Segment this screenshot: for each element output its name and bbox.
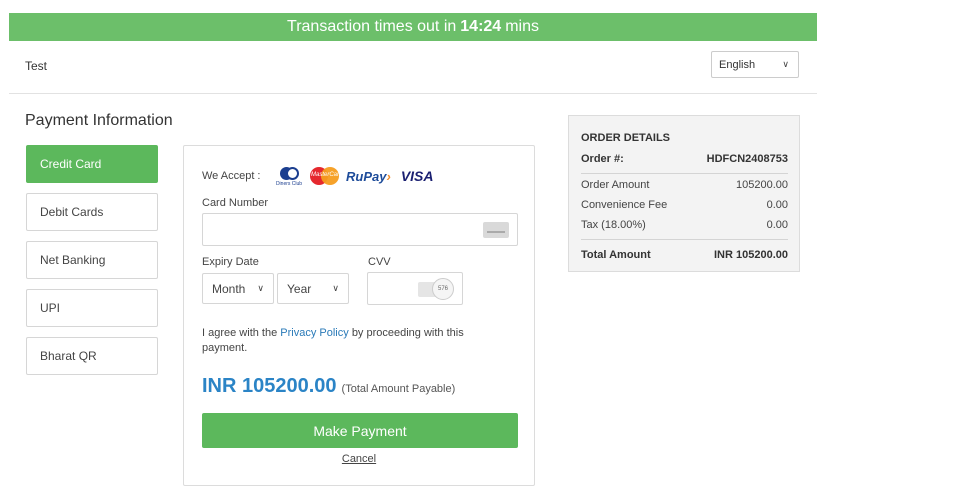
order-details-panel: ORDER DETAILS Order #: HDFCN2408753 Orde… (568, 115, 800, 272)
total-payable: INR 105200.00 (Total Amount Payable) (202, 375, 455, 398)
make-payment-button[interactable]: Make Payment (202, 413, 518, 448)
tab-upi[interactable]: UPI (26, 289, 158, 327)
section-title: Payment Information (25, 112, 173, 129)
order-divider (581, 173, 788, 174)
tab-net-banking[interactable]: Net Banking (26, 241, 158, 279)
we-accept-label: We Accept : (202, 170, 261, 182)
total-amount-row: Total Amount INR 105200.00 (581, 249, 788, 261)
rupay-logo: RuPay› (346, 168, 391, 184)
timeout-time: 14:24 (460, 18, 502, 35)
timeout-suffix: mins (505, 18, 539, 35)
header-divider (9, 93, 817, 94)
payable-note: (Total Amount Payable) (341, 383, 456, 395)
merchant-name: Test (25, 59, 48, 73)
chevron-down-icon: ∨ (257, 283, 264, 293)
chevron-down-icon: ∨ (782, 59, 789, 69)
card-form-panel: We Accept : Diners Club MasterCard RuPay… (183, 145, 535, 486)
cvv-input[interactable]: 576 (367, 272, 463, 305)
privacy-policy-link[interactable]: Privacy Policy (280, 327, 348, 339)
tax-row: Tax (18.00%) 0.00 (581, 219, 788, 231)
order-divider (581, 239, 788, 240)
mastercard-logo: MasterCard (310, 167, 342, 185)
tab-label: Debit Cards (40, 205, 104, 219)
card-number-label: Card Number (202, 197, 269, 209)
language-selected: English (719, 58, 756, 71)
tab-bharat-qr[interactable]: Bharat QR (26, 337, 158, 375)
visa-logo: VISA (400, 168, 434, 184)
convenience-fee-row: Convenience Fee 0.00 (581, 199, 788, 211)
expiry-year-select[interactable]: Year ∨ (277, 273, 349, 304)
cvv-card-icon: 576 (418, 278, 456, 300)
cancel-link[interactable]: Cancel (184, 453, 534, 465)
tab-debit-cards[interactable]: Debit Cards (26, 193, 158, 231)
chevron-down-icon: ∨ (332, 283, 339, 293)
credit-card-icon (483, 222, 509, 238)
tab-label: Credit Card (40, 157, 102, 171)
tab-label: UPI (40, 301, 61, 315)
timeout-banner: Transaction times out in 14:24 mins (9, 13, 817, 41)
cvv-label: CVV (368, 256, 391, 268)
payable-amount: INR 105200.00 (202, 375, 337, 397)
tab-label: Net Banking (40, 253, 106, 267)
order-number-row: Order #: HDFCN2408753 (581, 153, 788, 165)
card-number-input[interactable] (202, 213, 518, 246)
tab-label: Bharat QR (40, 349, 97, 363)
order-amount-row: Order Amount 105200.00 (581, 179, 788, 191)
expiry-month-select[interactable]: Month ∨ (202, 273, 274, 304)
diners-club-logo: Diners Club (274, 166, 304, 187)
order-details-title: ORDER DETAILS (581, 132, 671, 144)
accepted-cards: Diners Club MasterCard RuPay› VISA (274, 166, 434, 187)
timeout-prefix: Transaction times out in (287, 18, 457, 35)
expiry-date-label: Expiry Date (202, 256, 259, 268)
privacy-agreement: I agree with the Privacy Policy by proce… (202, 327, 464, 354)
tab-credit-card[interactable]: Credit Card (26, 145, 158, 183)
language-select[interactable]: English ∨ (711, 51, 799, 78)
